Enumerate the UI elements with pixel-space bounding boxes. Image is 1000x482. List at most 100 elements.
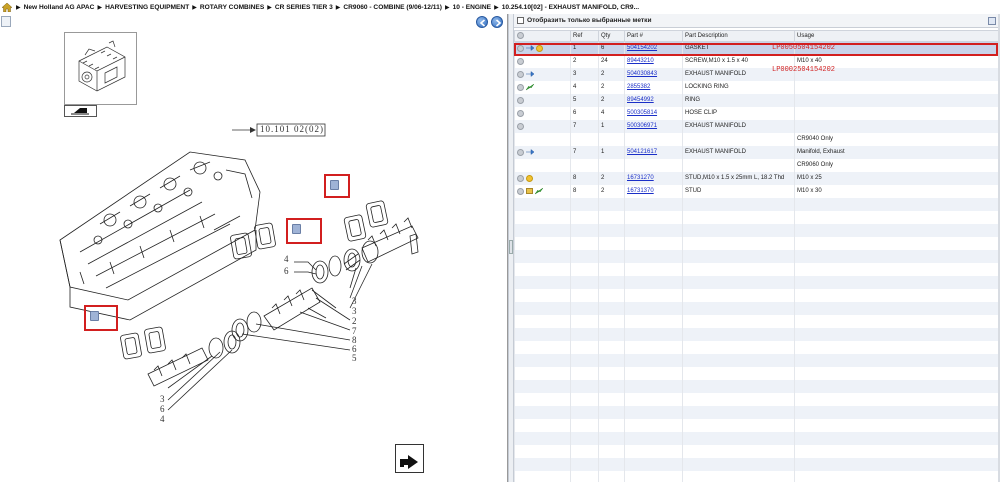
status-circle-icon[interactable] — [517, 148, 524, 156]
row-part-number: 89454992 — [624, 93, 683, 107]
replacement-arrow-icon[interactable] — [526, 71, 534, 77]
row-qty: 24 — [598, 54, 625, 68]
replacement-arrow-icon[interactable] — [526, 149, 534, 155]
table-row[interactable]: CR9060 Only — [514, 158, 999, 172]
breadcrumb-item[interactable]: CR SERIES TIER 3 — [275, 4, 333, 11]
row-description — [682, 132, 795, 146]
part-number-link[interactable]: 16731270 — [627, 175, 654, 181]
navigate-arrow-icon[interactable] — [395, 444, 424, 473]
splitter-handle[interactable] — [509, 240, 513, 254]
row-qty — [598, 158, 625, 172]
gasket-hotspot-2[interactable] — [286, 218, 322, 244]
diagram-toolbar — [0, 14, 508, 30]
empty-row — [514, 249, 999, 263]
engine-thumbnail[interactable] — [64, 32, 137, 105]
table-row[interactable]: 5 2 89454992 RING — [514, 93, 999, 107]
home-icon[interactable] — [2, 2, 12, 12]
note-icon[interactable] — [526, 174, 533, 182]
panel-options-icon[interactable] — [988, 17, 996, 25]
part-number-link[interactable]: 504030843 — [627, 71, 657, 77]
status-circle-icon[interactable] — [517, 83, 524, 91]
row-qty: 2 — [598, 171, 625, 185]
breadcrumb-item[interactable]: HARVESTING EQUIPMENT — [105, 4, 189, 11]
gasket-hotspot-3[interactable] — [84, 305, 118, 331]
status-circle-icon[interactable] — [517, 109, 524, 117]
note-icon[interactable] — [536, 44, 543, 52]
row-part-number: 2855382 — [624, 80, 683, 94]
part-number-link[interactable]: 504121617 — [627, 149, 657, 155]
row-icons — [514, 41, 571, 55]
breadcrumb-item[interactable]: New Holland AG APAC — [24, 4, 95, 11]
table-row[interactable]: 2 24 89443210 SCREW,M10 x 1.5 x 40 M10 x 40 — [514, 54, 999, 68]
row-qty: 4 — [598, 106, 625, 120]
breadcrumb-item[interactable]: 10 - ENGINE — [453, 4, 491, 11]
header-description[interactable]: Part Description — [682, 30, 795, 42]
lp-annotation-1: LP0050504154202 — [772, 44, 836, 52]
callout-4c: 4 — [160, 414, 166, 424]
table-row[interactable]: 7 1 500306971 EXHAUST MANIFOLD — [514, 119, 999, 133]
table-row[interactable]: 1 6 504154202 GASKET — [514, 41, 999, 55]
link-arrow-icon[interactable] — [535, 187, 543, 195]
empty-row — [514, 379, 999, 393]
status-circle-icon[interactable] — [517, 122, 524, 130]
table-row[interactable]: 6 4 500305814 HOSE CLIP — [514, 106, 999, 120]
row-icons — [514, 80, 571, 94]
status-circle-icon[interactable] — [517, 96, 524, 104]
empty-row — [514, 314, 999, 328]
document-icon[interactable] — [526, 188, 533, 194]
callout-3b: 3 — [352, 306, 358, 316]
row-ref: 2 — [570, 54, 599, 68]
breadcrumb-separator-icon: ▶ — [444, 4, 450, 11]
empty-row — [514, 470, 999, 482]
next-icon[interactable] — [491, 16, 503, 28]
row-usage — [794, 93, 999, 107]
row-part-number: 504030843 — [624, 67, 683, 81]
table-row[interactable]: 7 1 504121617 EXHAUST MANIFOLD Manifold, Exh… — [514, 145, 999, 159]
tool-icon[interactable] — [1, 16, 11, 27]
part-number-link[interactable]: 500306971 — [627, 123, 657, 129]
status-circle-icon[interactable] — [517, 44, 524, 52]
header-usage[interactable]: Usage — [794, 30, 999, 42]
row-ref: 7 — [570, 145, 599, 159]
status-circle-icon[interactable] — [517, 70, 524, 78]
replacement-arrow-icon[interactable] — [526, 45, 534, 52]
table-row[interactable]: 3 2 504030843 EXHAUST MANIFOLD — [514, 67, 999, 81]
gasket-hotspot-1[interactable] — [324, 174, 350, 198]
table-row[interactable]: 8 2 16731370 STUD M10 x 30 — [514, 184, 999, 198]
breadcrumb-item[interactable]: 10.254.10[02] - EXHAUST MANIFOLD, CR9... — [502, 4, 639, 11]
part-number-link[interactable]: 89454992 — [627, 97, 654, 103]
previous-icon[interactable] — [476, 16, 488, 28]
breadcrumb-separator-icon: ▶ — [494, 4, 499, 11]
row-part-number — [624, 158, 683, 172]
table-row[interactable]: 8 2 16731270 STUD,M10 x 1.5 x 25mm L, 18.2 … — [514, 171, 999, 185]
header-part[interactable]: Part # — [624, 30, 683, 42]
part-number-link[interactable]: 504154202 — [627, 45, 657, 51]
link-arrow-icon[interactable] — [526, 83, 534, 91]
part-number-link[interactable]: 89443210 — [627, 58, 654, 64]
table-row[interactable]: 4 2 2855382 LOCKING RING — [514, 80, 999, 94]
row-ref: 8 — [570, 171, 599, 185]
header-qty[interactable]: Qty — [598, 30, 625, 42]
row-icons — [514, 184, 571, 198]
breadcrumb-separator-icon: ▶ — [97, 4, 103, 11]
status-circle-icon[interactable] — [517, 187, 524, 195]
show-selected-checkbox[interactable] — [517, 17, 524, 24]
part-number-link[interactable]: 2855382 — [627, 84, 650, 90]
row-usage: CR9040 Only — [794, 132, 999, 146]
breadcrumb-item[interactable]: ROTARY COMBINES — [200, 4, 264, 11]
row-icons — [514, 145, 571, 159]
row-description: EXHAUST MANIFOLD — [682, 119, 795, 133]
part-number-link[interactable]: 16731370 — [627, 188, 654, 194]
row-ref: 1 — [570, 41, 599, 55]
column-settings-icon[interactable] — [517, 31, 524, 39]
row-usage: CR9060 Only — [794, 158, 999, 172]
row-icons — [514, 67, 571, 81]
status-circle-icon[interactable] — [517, 57, 524, 65]
header-ref[interactable]: Ref — [570, 30, 599, 42]
part-number-link[interactable]: 500305814 — [627, 110, 657, 116]
diagram-pane: 10.101 02(02) 4 6 3 3 2 7 8 6 5 3 6 4 — [0, 14, 508, 482]
status-circle-icon[interactable] — [517, 174, 524, 182]
row-ref: 8 — [570, 184, 599, 198]
table-row[interactable]: CR9040 Only — [514, 132, 999, 146]
breadcrumb-item[interactable]: CR9060 - COMBINE (9/06-12/11) — [343, 4, 442, 11]
